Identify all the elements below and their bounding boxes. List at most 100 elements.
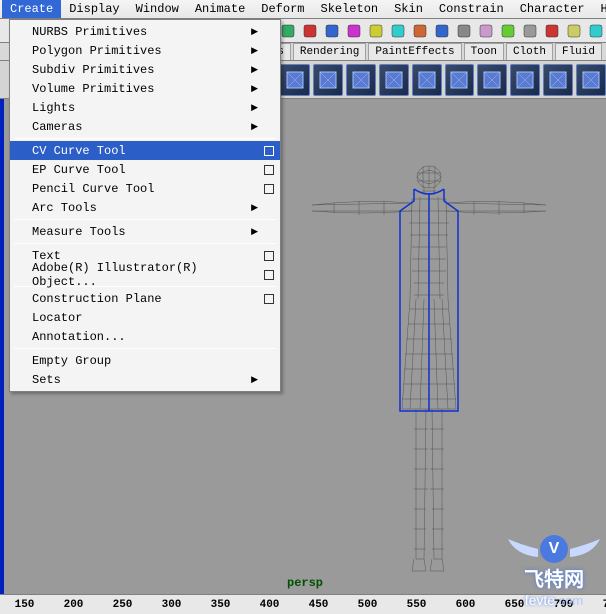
menu-item-label: Subdiv Primitives	[32, 63, 154, 77]
ruler-tick: 450	[294, 599, 343, 611]
sphere-icon[interactable]	[346, 23, 362, 39]
option-box-icon[interactable]	[264, 146, 274, 156]
ruler-tick: 200	[49, 599, 98, 611]
ruler-tick: 300	[147, 599, 196, 611]
shelf-cone-icon[interactable]	[477, 64, 507, 96]
menu-item-label: Adobe(R) Illustrator(R) Object...	[32, 261, 260, 289]
menu-item-polygon-primitives[interactable]: Polygon Primitives ▶	[10, 41, 280, 60]
shelf-cube2-icon[interactable]	[346, 64, 376, 96]
menu-item-label: CV Curve Tool	[32, 144, 126, 158]
menu-item-arc-tools[interactable]: Arc Tools ▶	[10, 198, 280, 217]
time-ruler[interactable]: 1502002503003504004505005506006507007508…	[0, 594, 606, 614]
shelf-tab-toon[interactable]: Toon	[464, 43, 504, 60]
menu-item-label: Measure Tools	[32, 225, 126, 239]
diamond2-icon[interactable]	[324, 23, 340, 39]
ruler-tick: 700	[539, 599, 588, 611]
menu-create[interactable]: Create	[2, 0, 61, 18]
option-box-icon[interactable]	[264, 184, 274, 194]
submenu-arrow-icon: ▶	[251, 84, 258, 94]
submenu-arrow-icon: ▶	[251, 65, 258, 75]
eye-icon[interactable]	[500, 23, 516, 39]
circle-icon[interactable]	[368, 23, 384, 39]
menu-item-label: EP Curve Tool	[32, 163, 126, 177]
menu-item-cameras[interactable]: Cameras ▶	[10, 117, 280, 136]
menu-item-label: Annotation...	[32, 330, 126, 344]
menu-item-ep-curve-tool[interactable]: EP Curve Tool	[10, 160, 280, 179]
menu-item-label: Lights	[32, 101, 75, 115]
option-box-icon[interactable]	[264, 294, 274, 304]
submenu-arrow-icon: ▶	[251, 122, 258, 132]
menu-item-label: Polygon Primitives	[32, 44, 162, 58]
hand-icon[interactable]	[566, 23, 582, 39]
menu-item-cv-curve-tool[interactable]: CV Curve Tool	[10, 141, 280, 160]
menu-skin[interactable]: Skin	[386, 0, 431, 18]
shelf-plane2-icon[interactable]	[543, 64, 573, 96]
menu-item-label: Locator	[32, 311, 82, 325]
ruler-tick: 600	[441, 599, 490, 611]
menu-item-nurbs-primitives[interactable]: NURBS Primitives ▶	[10, 22, 280, 41]
menubar: CreateDisplayWindowAnimateDeformSkeleton…	[0, 0, 606, 19]
menu-item-label: Empty Group	[32, 354, 111, 368]
cube-icon[interactable]	[280, 23, 296, 39]
menu-item-volume-primitives[interactable]: Volume Primitives▶	[10, 79, 280, 98]
menu-help[interactable]: Help	[593, 0, 606, 18]
menu-item-lights[interactable]: Lights ▶	[10, 98, 280, 117]
menu-item-label: Cameras	[32, 120, 82, 134]
shelf-tab-fluid[interactable]: Fluid	[555, 43, 602, 60]
menu-display[interactable]: Display	[61, 0, 127, 18]
gear-icon[interactable]	[456, 23, 472, 39]
menu-item-label: Pencil Curve Tool	[32, 182, 154, 196]
menu-item-label: Sets	[32, 373, 61, 387]
shelf-cube4-icon[interactable]	[412, 64, 442, 96]
submenu-arrow-icon: ▶	[251, 203, 258, 213]
submenu-arrow-icon: ▶	[251, 46, 258, 56]
shelf-tab-rendering[interactable]: Rendering	[293, 43, 366, 60]
ruler-tick: 750	[588, 599, 606, 611]
ruler-tick: 250	[98, 599, 147, 611]
lock-icon[interactable]	[522, 23, 538, 39]
shelf-cube-icon[interactable]	[313, 64, 343, 96]
option-box-icon[interactable]	[264, 270, 274, 280]
palette-icon[interactable]	[478, 23, 494, 39]
search-icon[interactable]	[588, 23, 604, 39]
menu-animate[interactable]: Animate	[187, 0, 253, 18]
clock-icon[interactable]	[434, 23, 450, 39]
shelf-plane-icon[interactable]	[510, 64, 540, 96]
submenu-arrow-icon: ▶	[251, 375, 258, 385]
option-box-icon[interactable]	[264, 165, 274, 175]
menu-item-label: Arc Tools	[32, 201, 97, 215]
menu-character[interactable]: Character	[512, 0, 593, 18]
shelf-tab-painteffects[interactable]: PaintEffects	[368, 43, 461, 60]
submenu-arrow-icon: ▶	[251, 27, 258, 37]
menu-skeleton[interactable]: Skeleton	[313, 0, 387, 18]
menu-item-sets[interactable]: Sets ▶	[10, 370, 280, 389]
menu-constrain[interactable]: Constrain	[431, 0, 512, 18]
shelf-torus-icon[interactable]	[445, 64, 475, 96]
what-icon[interactable]	[544, 23, 560, 39]
ruler-tick: 650	[490, 599, 539, 611]
submenu-arrow-icon: ▶	[251, 103, 258, 113]
menu-item-label: NURBS Primitives	[32, 25, 147, 39]
flag-icon[interactable]	[412, 23, 428, 39]
menu-item-adobe-r-illustrator-r-object[interactable]: Adobe(R) Illustrator(R) Object...	[10, 265, 280, 284]
menu-item-locator[interactable]: Locator	[10, 308, 280, 327]
character-wireframe-model	[304, 159, 554, 579]
menu-item-measure-tools[interactable]: Measure Tools ▶	[10, 222, 280, 241]
ruler-tick: 350	[196, 599, 245, 611]
shelf-cube5-icon[interactable]	[576, 64, 606, 96]
shelf-sphere-icon[interactable]	[280, 64, 310, 96]
menu-item-annotation[interactable]: Annotation...	[10, 327, 280, 346]
shelf-cube3-icon[interactable]	[379, 64, 409, 96]
ruler-tick: 150	[0, 599, 49, 611]
submenu-arrow-icon: ▶	[251, 227, 258, 237]
diamond-icon[interactable]	[302, 23, 318, 39]
menu-item-construction-plane[interactable]: Construction Plane	[10, 289, 280, 308]
menu-item-pencil-curve-tool[interactable]: Pencil Curve Tool	[10, 179, 280, 198]
menu-deform[interactable]: Deform	[253, 0, 312, 18]
menu-window[interactable]: Window	[128, 0, 187, 18]
menu-item-subdiv-primitives[interactable]: Subdiv Primitives ▶	[10, 60, 280, 79]
dots-icon[interactable]	[390, 23, 406, 39]
menu-item-empty-group[interactable]: Empty Group	[10, 351, 280, 370]
option-box-icon[interactable]	[264, 251, 274, 261]
shelf-tab-cloth[interactable]: Cloth	[506, 43, 553, 60]
